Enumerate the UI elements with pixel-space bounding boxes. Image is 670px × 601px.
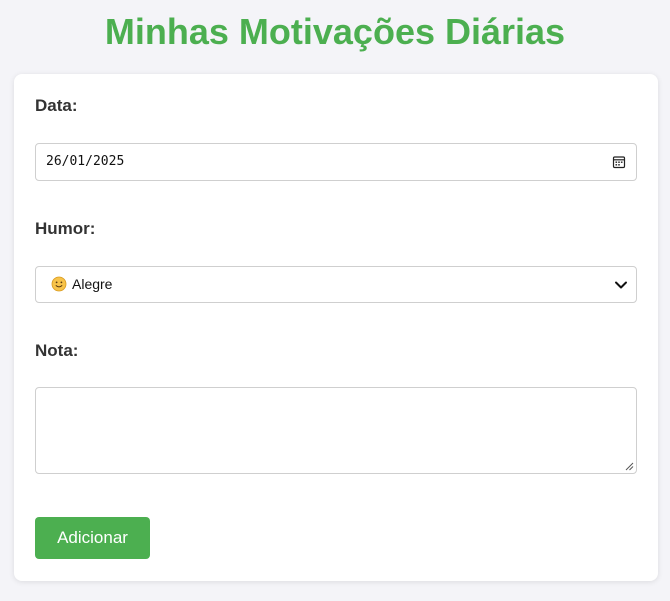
mood-selected-value: Alegre [72,276,113,292]
note-textarea[interactable] [35,387,637,474]
date-value: 26/01/2025 [46,154,125,169]
page-title: Minhas Motivações Diárias [104,11,566,52]
date-label: Data: [35,96,78,115]
motivation-form-card: Data: 26/01/2025 Humor: Alegre Nota: Adi… [14,74,658,581]
calendar-icon[interactable] [612,155,626,169]
resize-handle-icon[interactable] [624,461,634,471]
date-input[interactable]: 26/01/2025 [35,143,637,181]
mood-label: Humor: [35,219,96,238]
chevron-down-icon [615,281,627,289]
smiling-face-emoji-icon [51,276,67,292]
mood-select[interactable]: Alegre [35,266,637,303]
add-button[interactable]: Adicionar [35,517,150,559]
note-label: Nota: [35,341,79,360]
